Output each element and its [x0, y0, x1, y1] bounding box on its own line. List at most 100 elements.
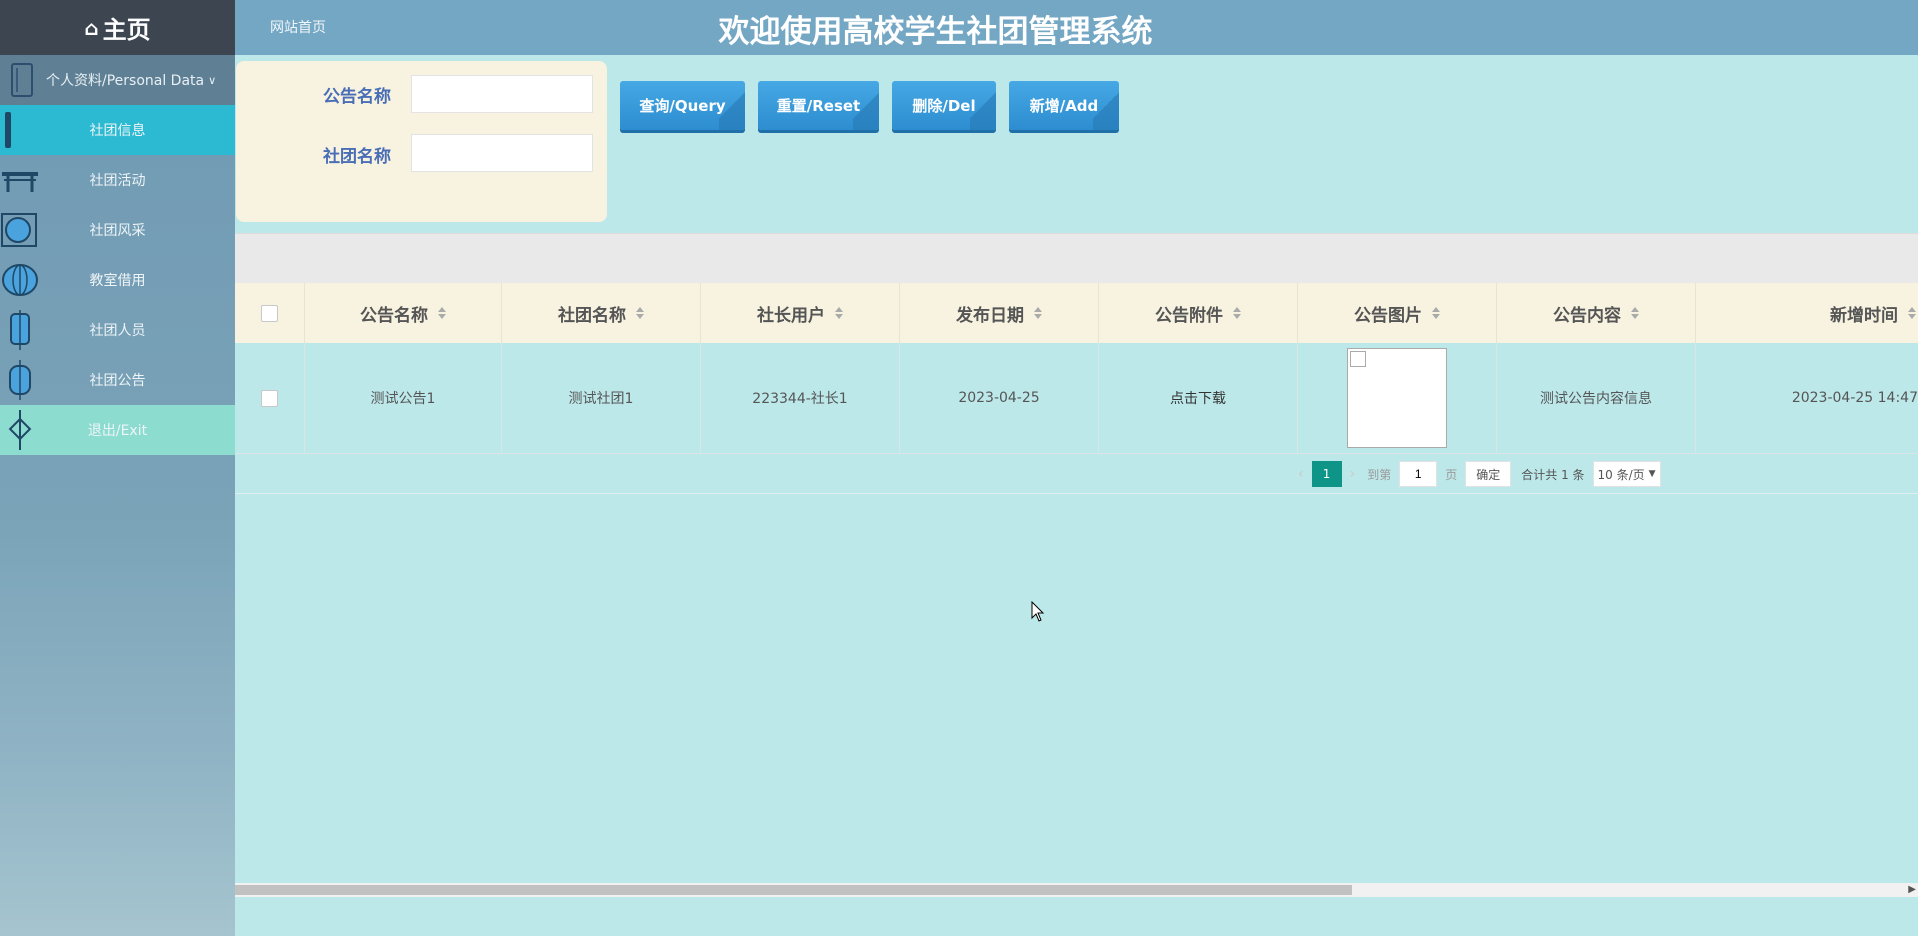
- delete-button-label: 删除/Del: [912, 97, 976, 115]
- reset-button-label: 重置/Reset: [776, 97, 861, 115]
- sidebar-item-club-members[interactable]: 社团人员: [0, 305, 235, 355]
- page-title-text: 欢迎使用高校学生社团管理系统: [718, 14, 1153, 50]
- download-link[interactable]: 点击下载: [1170, 388, 1226, 408]
- column-header-label: 社长用户: [757, 305, 825, 326]
- cell-text: 223344-社长1: [752, 391, 848, 407]
- club-name-label: 社团名称: [323, 147, 391, 167]
- top-header: 网站首页 欢迎使用高校学生社团管理系统: [235, 0, 1918, 55]
- sidebar-item-label: 社团风采: [89, 223, 146, 239]
- column-header-created[interactable]: 新增时间: [1696, 283, 1918, 343]
- notice-image-thumbnail[interactable]: [1347, 348, 1447, 448]
- row-select-cell: [235, 343, 305, 453]
- sort-icon[interactable]: [1034, 307, 1042, 319]
- home-label: 主页: [102, 16, 151, 44]
- sidebar-item-exit[interactable]: 退出/Exit: [0, 405, 235, 455]
- sidebar-item-label: 社团公告: [89, 373, 146, 389]
- sidebar-item-club-info[interactable]: 社团信息: [0, 105, 235, 155]
- sort-icon[interactable]: [1233, 307, 1241, 319]
- page-size-select[interactable]: 10 条/页 ▼: [1592, 461, 1661, 487]
- query-button[interactable]: 查询/Query: [620, 81, 745, 130]
- column-header-image[interactable]: 公告图片: [1298, 283, 1497, 343]
- column-header-leader[interactable]: 社长用户: [701, 283, 900, 343]
- sort-icon[interactable]: [1631, 307, 1639, 319]
- cell-created: 2023-04-25 14:47: [1696, 343, 1918, 453]
- cell-text: 测试社团1: [568, 391, 634, 407]
- sidebar-item-label: 教室借用: [89, 273, 146, 289]
- goto-page-input[interactable]: [1399, 461, 1438, 487]
- chevron-down-icon: ▼: [1648, 469, 1656, 479]
- column-header-club-name[interactable]: 社团名称: [502, 283, 701, 343]
- sort-icon[interactable]: [835, 307, 843, 319]
- sort-icon[interactable]: [1432, 307, 1440, 319]
- row-checkbox[interactable]: [261, 389, 278, 407]
- page-unit-label: 页: [1445, 467, 1458, 482]
- cell-club-name: 测试社团1: [502, 343, 701, 453]
- chevron-down-icon: ∨: [208, 73, 217, 87]
- sidebar-item-club-notices[interactable]: 社团公告: [0, 355, 235, 405]
- pagination: ‹ 1 › 到第 页 确定 合计共 1 条 10 条/页 ▼: [1290, 461, 1661, 487]
- cell-attachment: 点击下载: [1099, 343, 1298, 453]
- club-name-input[interactable]: [411, 134, 593, 172]
- cell-image: [1298, 343, 1497, 453]
- column-header-label: 公告附件: [1155, 305, 1223, 326]
- goto-label: 到第: [1367, 467, 1392, 482]
- cell-content: 测试公告内容信息: [1497, 343, 1696, 453]
- broken-image-icon: [1350, 351, 1366, 367]
- column-header-attachment[interactable]: 公告附件: [1099, 283, 1298, 343]
- horizontal-scrollbar[interactable]: ▶: [235, 883, 1918, 897]
- sidebar-item-label: 社团活动: [89, 173, 146, 189]
- page-title: 欢迎使用高校学生社团管理系统: [235, 6, 1918, 51]
- add-button[interactable]: 新增/Add: [1009, 81, 1119, 130]
- profile-menu[interactable]: 个人资料/Personal Data ∨: [0, 55, 235, 105]
- home-icon: ⌂: [84, 15, 99, 40]
- notice-name-input[interactable]: [411, 75, 593, 113]
- cell-text: 2023-04-25: [958, 390, 1040, 406]
- column-header-label: 社团名称: [558, 305, 626, 326]
- table-row[interactable]: 测试公告1 测试社团1 223344-社长1 2023-04-25 点击下载 测…: [235, 343, 1918, 454]
- cell-text: 测试公告内容信息: [1540, 391, 1652, 407]
- delete-button[interactable]: 删除/Del: [892, 81, 996, 130]
- sidebar-item-label: 退出/Exit: [87, 423, 148, 439]
- cell-leader: 223344-社长1: [701, 343, 900, 453]
- sort-icon[interactable]: [438, 307, 446, 319]
- column-header-label: 新增时间: [1830, 305, 1898, 326]
- search-panel: 公告名称 社团名称: [236, 61, 607, 222]
- home-link[interactable]: ⌂ 主页: [0, 0, 235, 55]
- profile-label: 个人资料/Personal Data: [46, 73, 205, 89]
- add-button-label: 新增/Add: [1029, 97, 1099, 115]
- sidebar-item-label: 社团人员: [89, 323, 146, 339]
- next-page-icon[interactable]: ›: [1350, 466, 1356, 482]
- divider: [235, 493, 1918, 494]
- cell-text: 2023-04-25 14:47: [1791, 390, 1918, 406]
- notice-name-label: 公告名称: [323, 87, 391, 107]
- sidebar-item-club-activities[interactable]: 社团活动: [0, 155, 235, 205]
- select-all-cell: [235, 283, 305, 343]
- scroll-right-icon[interactable]: ▶: [1908, 884, 1916, 895]
- column-header-label: 公告内容: [1553, 305, 1621, 326]
- page-size-value: 10 条/页: [1597, 467, 1645, 482]
- select-all-checkbox[interactable]: [261, 304, 278, 322]
- sort-icon[interactable]: [1908, 307, 1916, 319]
- sidebar-item-classroom-borrow[interactable]: 教室借用: [0, 255, 235, 305]
- query-button-label: 查询/Query: [639, 97, 726, 115]
- sidebar: ⌂ 主页 个人资料/Personal Data ∨ 社团信息 社团活动 社团风采: [0, 0, 235, 936]
- scroll-icon: [11, 63, 33, 97]
- prev-page-icon[interactable]: ‹: [1298, 466, 1304, 482]
- table-toolbar-band: [235, 233, 1918, 283]
- goto-confirm-button[interactable]: 确定: [1465, 461, 1512, 487]
- cell-date: 2023-04-25: [900, 343, 1099, 453]
- column-header-date[interactable]: 发布日期: [900, 283, 1099, 343]
- current-page-button[interactable]: 1: [1311, 461, 1342, 487]
- total-count: 合计共 1 条: [1521, 467, 1585, 482]
- scrollbar-thumb[interactable]: [235, 885, 1352, 895]
- column-header-label: 公告名称: [360, 305, 428, 326]
- column-header-label: 发布日期: [956, 305, 1024, 326]
- column-header-label: 公告图片: [1354, 305, 1422, 326]
- column-header-notice-name[interactable]: 公告名称: [305, 283, 502, 343]
- sidebar-item-club-style[interactable]: 社团风采: [0, 205, 235, 255]
- mouse-cursor-icon: [1031, 601, 1045, 622]
- sort-icon[interactable]: [636, 307, 644, 319]
- cell-notice-name: 测试公告1: [305, 343, 502, 453]
- reset-button[interactable]: 重置/Reset: [758, 81, 879, 130]
- column-header-content[interactable]: 公告内容: [1497, 283, 1696, 343]
